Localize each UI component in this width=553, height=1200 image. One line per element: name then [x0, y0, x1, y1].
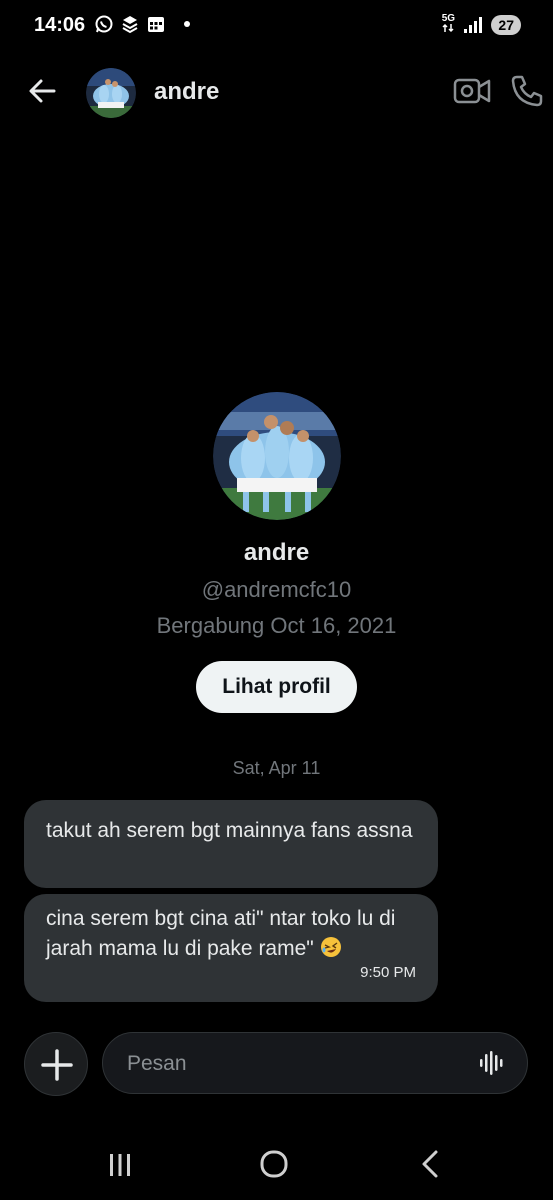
- message-composer: [102, 1032, 528, 1094]
- phone-call-icon[interactable]: [508, 72, 546, 110]
- conversation-header: andre: [0, 60, 553, 124]
- more-notifications-dot: [184, 21, 190, 27]
- header-name[interactable]: andre: [154, 78, 219, 106]
- back-arrow-icon[interactable]: [26, 74, 60, 108]
- network-type: 5G: [441, 13, 456, 24]
- status-bar: 14:06 5G 27: [0, 0, 553, 56]
- system-nav-bar: [0, 1140, 553, 1190]
- recent-apps-icon[interactable]: [106, 1150, 134, 1178]
- profile-joined-date: Bergabung Oct 16, 2021: [156, 613, 397, 638]
- profile-card: andre @andremcfc10 Bergabung Oct 16, 202…: [0, 392, 553, 713]
- video-call-icon[interactable]: [452, 74, 492, 108]
- dm-screen: 14:06 5G 27 andre andre @andremcfc10 Ber…: [0, 0, 553, 1200]
- profile-name: andre: [243, 539, 310, 566]
- profile-handle: @andremcfc10: [201, 577, 352, 602]
- date-separator: Sat, Apr 11: [232, 758, 321, 778]
- notification-icons: [94, 14, 190, 34]
- message-bubble[interactable]: cina serem bgt cina ati" ntar toko lu di…: [24, 894, 438, 1002]
- message-bubble[interactable]: takut ah serem bgt mainnya fans assna: [24, 800, 438, 888]
- status-time: 14:06: [34, 14, 86, 36]
- calendar-icon: [148, 17, 164, 32]
- avatar[interactable]: [86, 68, 136, 118]
- voice-message-icon[interactable]: [477, 1049, 505, 1077]
- app-notification-icon: [122, 16, 138, 34]
- message-input[interactable]: [125, 1049, 449, 1079]
- message-text: takut ah serem bgt mainnya fans assna: [46, 819, 413, 842]
- home-icon[interactable]: [258, 1148, 290, 1180]
- network-indicator: 5G: [441, 14, 455, 35]
- message-text: cina serem bgt cina ati" ntar toko lu di…: [46, 907, 396, 960]
- nav-back-icon[interactable]: [416, 1148, 444, 1180]
- message-timestamp: 9:50 PM: [360, 964, 416, 981]
- plus-icon: [41, 1049, 73, 1081]
- whatsapp-icon: [95, 15, 113, 33]
- data-arrows-icon: [442, 23, 454, 33]
- view-profile-button[interactable]: Lihat profil: [196, 661, 357, 713]
- profile-avatar[interactable]: [212, 392, 341, 520]
- system-status: 5G 27: [441, 14, 521, 35]
- battery-level: 27: [491, 14, 521, 35]
- add-attachment-button[interactable]: [24, 1032, 88, 1096]
- signal-icon: [464, 16, 483, 33]
- rolling-laughing-emoji-icon: [320, 937, 341, 957]
